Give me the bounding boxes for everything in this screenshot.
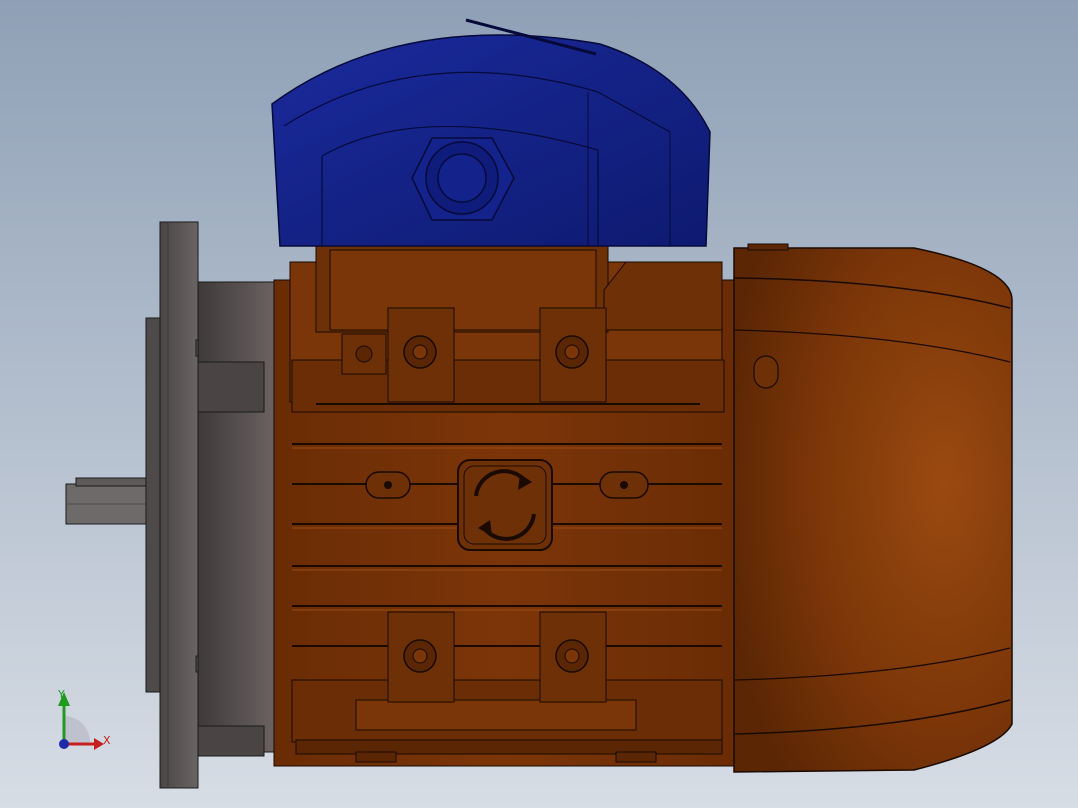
triad-x-label: X — [103, 734, 111, 747]
model-canvas[interactable]: Y X — [0, 0, 1078, 808]
mounting-lug-bottom-right[interactable] — [539, 611, 607, 703]
triad-y-label: Y — [57, 688, 65, 701]
mounting-lug-bottom-left[interactable] — [387, 611, 455, 703]
mounting-lug-top-right[interactable] — [539, 307, 607, 403]
rotation-arrow-plate[interactable] — [457, 459, 553, 551]
triad-z-axis — [59, 739, 69, 749]
flange-adapter[interactable] — [197, 281, 277, 757]
small-boss-left — [341, 333, 387, 375]
fin-boss-left — [365, 471, 411, 499]
cable-gland[interactable] — [411, 137, 515, 221]
fan-cover[interactable] — [733, 243, 1013, 773]
motor-base[interactable] — [291, 679, 723, 763]
fin-boss-right — [599, 471, 649, 499]
mounting-lug-top-left[interactable] — [387, 307, 455, 403]
motor-shaft[interactable] — [65, 477, 151, 525]
graphics-viewport[interactable]: Y X — [0, 0, 1078, 808]
